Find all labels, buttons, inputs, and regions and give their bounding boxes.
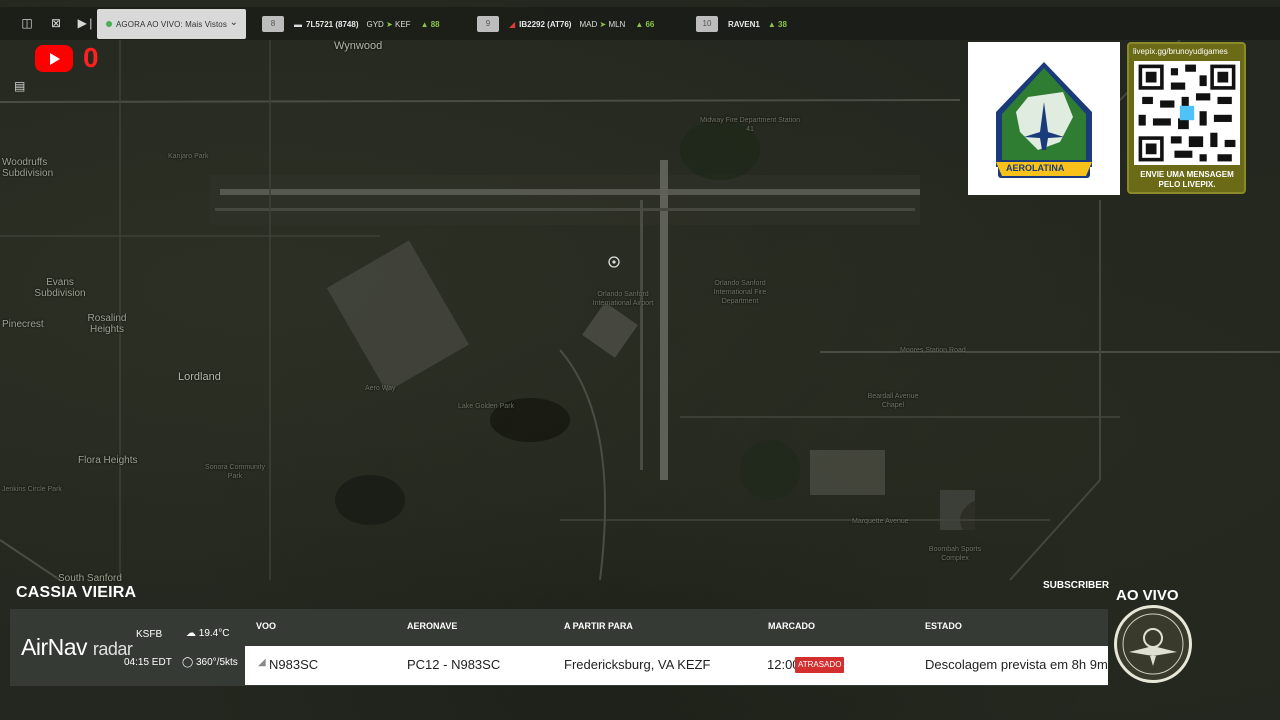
flight-route: GYD ➤ KEF [366,19,411,29]
ao-vivo-label: AO VIVO [1116,587,1179,604]
pilot-name: CASSIA VIEIRA [16,584,137,601]
col-header-route: A PARTIR PARA [564,621,633,631]
rank-number: 10 [696,16,718,32]
viewer-count: ▲ 66 [635,19,655,29]
plane-icon: ◢ [258,657,266,668]
flight-code: RAVEN1 [728,19,760,29]
cell-aeronave: PC12 - N983SC [407,657,501,672]
map-label: Boombah Sports Complex [928,546,982,562]
list-icon[interactable]: ▤ [14,79,25,93]
viewer-count: ▲ 38 [767,19,787,29]
qr-code [1134,61,1240,165]
map-label: South Sanford [58,573,122,584]
cell-route: Fredericksburg, VA KEZF [564,657,711,672]
aerolatina-wordmark: AEROLATINA [1006,163,1065,173]
map-label: Jenkins Circle Park [2,486,62,493]
cloud-icon: ☁ [186,628,196,639]
wind: ◯ 360°/5kts [182,657,238,668]
map-label: Rosalind Heights [87,313,127,335]
live-selector-label: AGORA AO VIVO: Mais Vistos [116,19,227,29]
map-label: Lordland [178,371,221,383]
live-selector-dropdown[interactable]: AGORA AO VIVO: Mais Vistos ⌄ [97,9,246,39]
map-label: Flora Heights [78,455,138,466]
flight-code: 7L5721 (8748) [306,19,359,29]
map-label: Moores Station Road [900,347,966,354]
map-label: Aero Way [365,385,396,392]
delay-badge: ATRASADO [795,657,845,673]
livepix-qr-panel: livepix.gg/brunoyudigames ENVIE UMA MENS… [1127,42,1246,194]
flight-chip[interactable]: 10 RAVEN1 ▲ 38 [696,15,787,33]
channel-badge-icon [1114,605,1192,683]
map-label: Marquette Avenue [852,518,909,525]
chevron-down-icon: ⌄ [229,17,238,28]
cell-status: Descolagem prevista em 8h 9m [925,657,1108,672]
youtube-count: 0 [83,42,99,73]
col-header-aeronave: AERONAVE [407,621,458,631]
col-header-voo: VOO [256,621,277,631]
qr-message: ENVIE UMA MENSAGEM PELO LIVEPIX. [1140,170,1234,189]
col-header-status: ESTADO [925,621,962,631]
local-time: 04:15 EDT [124,657,172,668]
flight-code: IB2292 (AT76) [519,19,572,29]
col-header-scheduled: MARCADO [768,621,815,631]
wind-icon: ◯ [182,657,194,668]
sidebar-toggle-icon[interactable]: ◫ [19,16,35,30]
stream-overlay: Wynwood Woodruffs Subdivision Evans Subd… [0,0,1280,720]
top-bar: ◫ ⊠ ▶ | AGORA AO VIVO: Mais Vistos ⌄ 8 ▬… [0,7,1280,40]
rank-number: 8 [262,16,284,32]
qr-url: livepix.gg/brunoyudigames [1133,47,1228,56]
brand-sub: radar [92,639,133,659]
aerolatina-logo: AEROLATINA [968,42,1120,195]
flight-chip[interactable]: 9 ◢ IB2292 (AT76) MAD ➤ MLN ▲ 66 [477,15,654,33]
rank-number: 9 [477,16,499,32]
subscriber-label: SUBSCRIBER [1043,580,1110,591]
map-label: Orlando Sanford International Fire Depar… [713,280,767,305]
map-label: Pinecrest [2,319,44,330]
brand-name: AirNav [21,634,88,660]
map-label: Woodruffs Subdivision [2,157,54,179]
airnav-brand: AirNav radar [21,634,133,661]
viewer-count: ▲ 88 [420,19,440,29]
airline-icon: ▬ [294,19,302,29]
map-label: Wynwood [334,40,383,52]
map-label: Kanjaro Park [168,153,209,160]
flight-chip[interactable]: 8 ▬ 7L5721 (8748) GYD ➤ KEF ▲ 88 [262,15,440,33]
map-label: Beardall Avenue Chapel [867,393,919,409]
map-label: Orlando Sanford International Airport [592,291,654,307]
next-track-icon[interactable]: ▶ | [77,16,93,30]
airport-code: KSFB [136,629,163,640]
cell-voo: N983SC [269,657,319,672]
map-label: Midway Fire Department Station 41 [700,117,800,133]
temperature: ☁ 19.4°C [186,628,230,639]
map-label: Evans Subdivision [34,277,86,299]
close-panel-icon[interactable]: ⊠ [48,16,64,30]
youtube-icon [35,45,73,72]
airline-icon: ◢ [509,19,516,29]
map-label: Lake Golden Park [458,403,515,410]
live-dot-icon [106,21,112,27]
map-label: Sonora Community Park [205,464,265,480]
flight-route: MAD ➤ MLN [579,19,626,29]
